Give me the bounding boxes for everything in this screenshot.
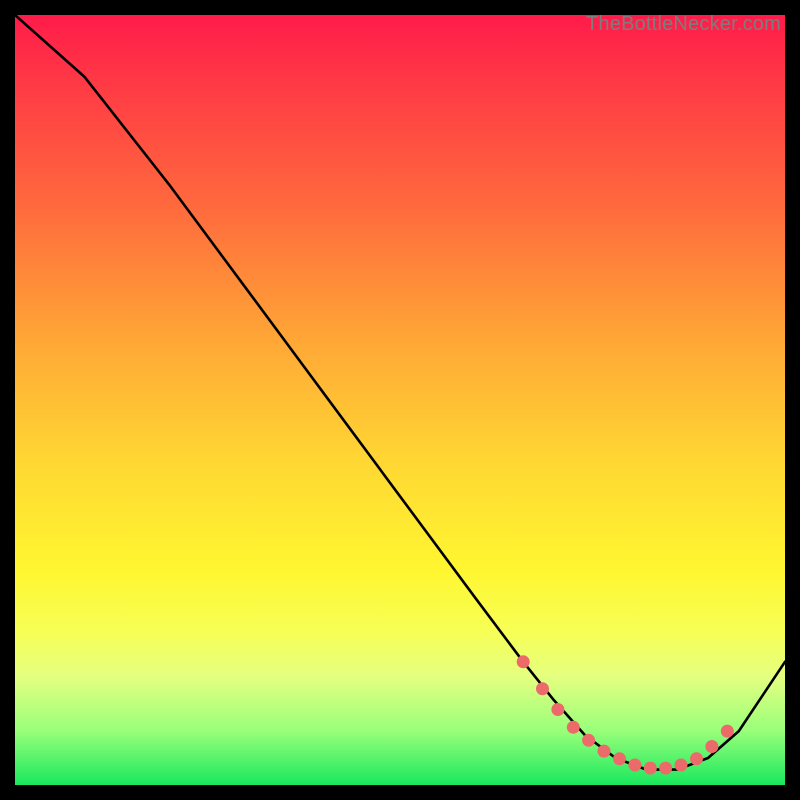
valley-dot — [644, 762, 657, 775]
valley-dot — [517, 655, 530, 668]
valley-dot — [582, 734, 595, 747]
valley-dot — [536, 682, 549, 695]
watermark-text: TheBottleNecker.com — [586, 13, 781, 36]
valley-dot — [675, 759, 688, 772]
valley-dot — [567, 721, 580, 734]
valley-dot — [551, 703, 564, 716]
valley-dots — [517, 655, 734, 774]
valley-dot — [659, 762, 672, 775]
valley-dot — [628, 759, 641, 772]
main-curve — [15, 15, 785, 770]
valley-dot — [705, 740, 718, 753]
valley-dot — [613, 752, 626, 765]
valley-dot — [690, 752, 703, 765]
chart-svg — [15, 15, 785, 785]
valley-dot — [721, 725, 734, 738]
valley-dot — [598, 745, 611, 758]
chart-frame: TheBottleNecker.com — [15, 15, 785, 785]
